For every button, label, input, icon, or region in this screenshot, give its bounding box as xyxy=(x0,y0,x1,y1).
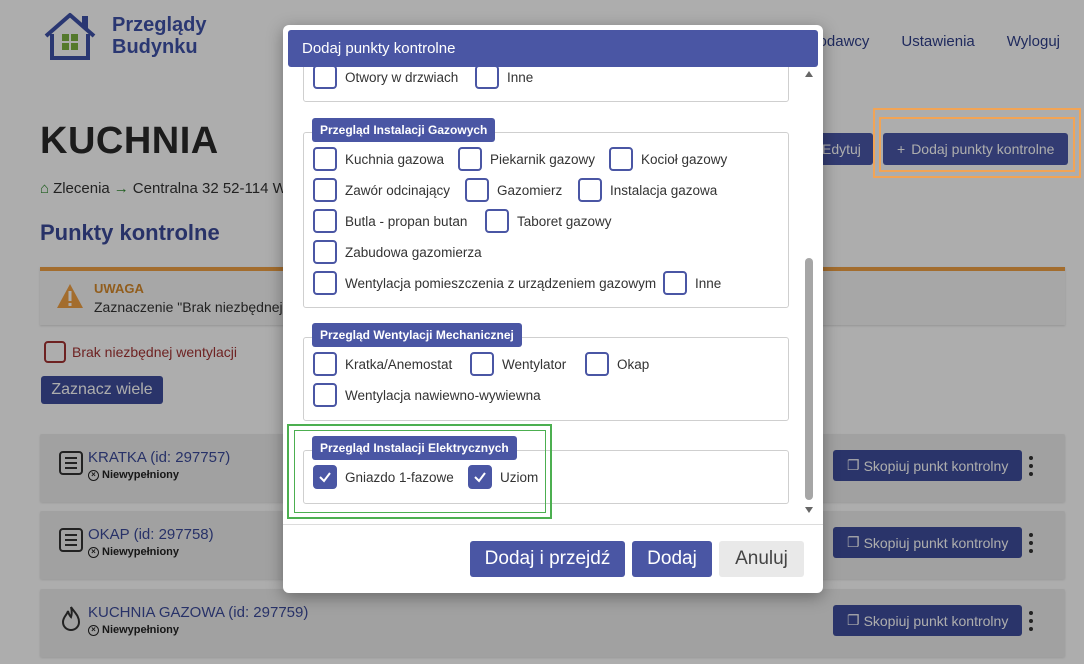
scroll-down-arrow-icon[interactable] xyxy=(805,507,813,513)
checkbox-box[interactable] xyxy=(458,147,482,171)
checkbox-label: Instalacja gazowa xyxy=(610,182,718,198)
checkbox-hood[interactable]: Okap xyxy=(585,352,649,376)
checkbox-box[interactable] xyxy=(609,147,633,171)
checkbox-label: Kuchnia gazowa xyxy=(345,151,445,167)
checkbox-room-ventilation-gas[interactable]: Wentylacja pomieszczenia z urządzeniem g… xyxy=(313,271,656,295)
checkbox-label: Inne xyxy=(507,69,534,85)
checkbox-box[interactable] xyxy=(475,67,499,89)
add-button[interactable]: Dodaj xyxy=(632,541,712,577)
checkbox-propane-bottle[interactable]: Butla - propan butan xyxy=(313,209,467,233)
checkbox-gas-other[interactable]: Inne xyxy=(663,271,721,295)
checkbox-gas-meter[interactable]: Gazomierz xyxy=(465,178,562,202)
modal-title: Dodaj punkty kontrolne xyxy=(302,40,456,57)
checkbox-box[interactable] xyxy=(663,271,687,295)
checkpoint-group-other: Otwory w drzwiach Inne xyxy=(303,67,789,102)
checkbox-label: Zabudowa gazomierza xyxy=(345,244,482,260)
checkbox-label: Kocioł gazowy xyxy=(641,151,728,167)
group-label-gas: Przegląd Instalacji Gazowych xyxy=(312,118,496,142)
group-label-ventilation: Przegląd Wentylacji Mechanicznej xyxy=(312,323,522,347)
checkbox-gas-burner-stool[interactable]: Taboret gazowy xyxy=(485,209,612,233)
add-label: Dodaj xyxy=(647,548,697,569)
cancel-label: Anuluj xyxy=(735,548,788,569)
checkbox-box[interactable] xyxy=(470,352,494,376)
scroll-up-arrow-icon[interactable] xyxy=(805,71,813,77)
checkbox-gas-boiler[interactable]: Kocioł gazowy xyxy=(609,147,727,171)
checkbox-box[interactable] xyxy=(465,178,489,202)
checkbox-gas-installation[interactable]: Instalacja gazowa xyxy=(578,178,717,202)
checkpoint-group-ventilation: Kratka/Anemostat Wentylator Okap Wentyla… xyxy=(303,337,789,421)
checkbox-other[interactable]: Inne xyxy=(475,67,533,89)
add-checkpoints-modal: Dodaj punkty kontrolne Otwory w drzwiach… xyxy=(283,25,823,593)
checkbox-label: Inne xyxy=(695,275,722,291)
checkbox-box[interactable] xyxy=(313,271,337,295)
checkbox-box[interactable] xyxy=(313,147,337,171)
checkpoint-group-gas: Kuchnia gazowa Piekarnik gazowy Kocioł g… xyxy=(303,132,789,308)
checkbox-box[interactable] xyxy=(313,383,337,407)
checkbox-box[interactable] xyxy=(585,352,609,376)
checkbox-label: Taboret gazowy xyxy=(517,213,612,229)
checkbox-label: Gazomierz xyxy=(497,182,563,198)
checkbox-label: Piekarnik gazowy xyxy=(490,151,596,167)
scrollbar-thumb[interactable] xyxy=(805,258,813,500)
checkbox-meter-enclosure[interactable]: Zabudowa gazomierza xyxy=(313,240,482,264)
checkbox-label: Wentylacja nawiewno-wywiewna xyxy=(345,387,541,403)
checkbox-box[interactable] xyxy=(578,178,602,202)
checkbox-gas-oven[interactable]: Piekarnik gazowy xyxy=(458,147,595,171)
checkbox-label: Butla - propan butan xyxy=(345,213,468,229)
add-and-go-button[interactable]: Dodaj i przejdź xyxy=(470,541,625,577)
checkbox-box[interactable] xyxy=(313,352,337,376)
checkbox-fan[interactable]: Wentylator xyxy=(470,352,566,376)
checkbox-box[interactable] xyxy=(313,178,337,202)
modal-body[interactable]: Otwory w drzwiach Inne Kuchnia gazowa Pi… xyxy=(283,67,823,522)
checkbox-label: Otwory w drzwiach xyxy=(345,69,459,85)
highlight-frame-inner xyxy=(879,117,1075,172)
cancel-button[interactable]: Anuluj xyxy=(719,541,804,577)
checkbox-door-openings[interactable]: Otwory w drzwiach xyxy=(313,67,458,89)
add-and-go-label: Dodaj i przejdź xyxy=(484,548,611,569)
checkbox-gas-stove[interactable]: Kuchnia gazowa xyxy=(313,147,444,171)
checkbox-box[interactable] xyxy=(485,209,509,233)
checkbox-shutoff-valve[interactable]: Zawór odcinający xyxy=(313,178,450,202)
modal-header: Dodaj punkty kontrolne xyxy=(288,30,818,67)
checkbox-box[interactable] xyxy=(313,67,337,89)
modal-scrollbar[interactable] xyxy=(803,67,817,517)
checkbox-grille-anemostat[interactable]: Kratka/Anemostat xyxy=(313,352,452,376)
checkbox-label: Wentylacja pomieszczenia z urządzeniem g… xyxy=(345,275,657,291)
checkbox-label: Kratka/Anemostat xyxy=(345,356,453,372)
highlight-frame-green-inner xyxy=(294,430,546,513)
checkbox-label: Zawór odcinający xyxy=(345,182,451,198)
checkbox-label: Wentylator xyxy=(502,356,567,372)
checkbox-box[interactable] xyxy=(313,240,337,264)
checkbox-label: Okap xyxy=(617,356,650,372)
modal-footer-divider xyxy=(283,524,823,525)
checkbox-box[interactable] xyxy=(313,209,337,233)
checkbox-supply-exhaust[interactable]: Wentylacja nawiewno-wywiewna xyxy=(313,383,541,407)
